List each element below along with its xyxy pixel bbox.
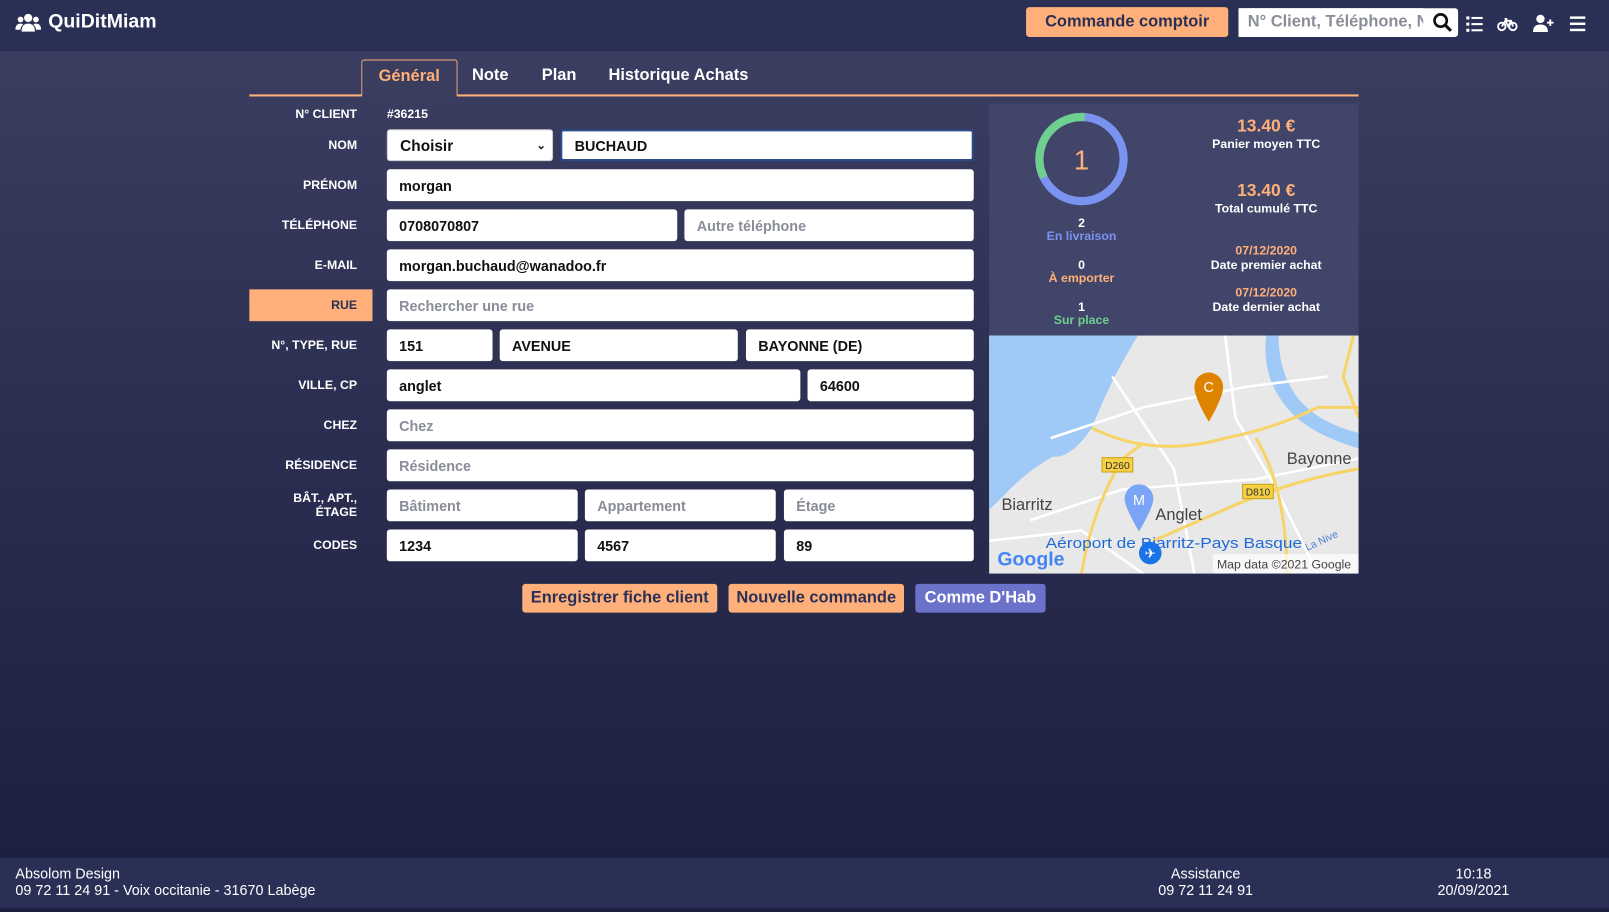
etage-input[interactable] (783, 489, 974, 522)
street-number-input[interactable] (386, 329, 493, 362)
river (1265, 335, 1359, 449)
postcode-input[interactable] (807, 369, 974, 402)
ville-label: VILLE, CP (298, 377, 358, 392)
usual-order-button[interactable]: Comme D'Hab (915, 583, 1046, 613)
civility-select[interactable]: Choisir ⌄ (386, 129, 554, 162)
menu-icon[interactable] (1568, 13, 1589, 34)
road-label-d260: D260 (1105, 461, 1130, 472)
tab-purchase-history[interactable]: Historique Achats (608, 60, 748, 97)
code-2-input[interactable] (584, 529, 776, 562)
emporter-label: À emporter (1048, 270, 1115, 286)
livraison-label: En livraison (1046, 228, 1117, 244)
city-label-biarritz: Biarritz (1001, 496, 1052, 514)
plane-icon: ✈ (1145, 546, 1156, 561)
top-bar: QuiDitMiam Commande comptoir (0, 0, 1609, 52)
nom-label: NOM (328, 137, 358, 152)
app-logo[interactable]: QuiDitMiam (15, 11, 157, 34)
premier-achat-value: 07/12/2020 (1235, 243, 1298, 258)
list-icon[interactable] (1465, 13, 1486, 34)
tab-plan[interactable]: Plan (542, 60, 577, 97)
city-label-anglet: Anglet (1155, 506, 1202, 524)
batiment-input[interactable] (386, 489, 578, 522)
tab-general[interactable]: Général (361, 59, 458, 98)
client-no-value: #36215 (386, 106, 428, 122)
user-plus-icon[interactable] (1532, 13, 1554, 34)
client-stats-panel: 1 2 En livraison 0 À emporter 1 Sur plac… (989, 103, 1359, 336)
rue-label: RUE (249, 289, 373, 322)
chez-label: CHEZ (323, 417, 358, 432)
email-label: E-MAIL (314, 257, 358, 272)
client-no-label: N° CLIENT (295, 106, 358, 122)
nom-input[interactable] (560, 129, 974, 162)
chevron-down-icon: ⌄ (536, 139, 546, 152)
total-orders: 1 (1074, 144, 1089, 175)
street-name-input[interactable] (745, 329, 974, 362)
other-telephone-input[interactable] (684, 209, 974, 242)
civility-value: Choisir (400, 137, 454, 155)
client-search-input[interactable] (1238, 8, 1424, 37)
code-1-input[interactable] (386, 529, 578, 562)
codes-label: CODES (313, 537, 358, 553)
livraison-count: 2 (1078, 215, 1085, 230)
premier-achat-label: Date premier achat (1210, 257, 1322, 272)
footer: Absolom Design 09 72 11 24 91 - Voix occ… (0, 857, 1609, 909)
users-icon (15, 13, 42, 32)
prenom-label: PRÉNOM (303, 177, 358, 192)
google-logo: Google (997, 548, 1064, 570)
telephone-label: TÉLÉPHONE (281, 217, 358, 232)
order-type-donut: 1 (1035, 112, 1128, 206)
total-cumule-label: Total cumulé TTC (1215, 201, 1318, 216)
assistance-label: Assistance (1170, 865, 1241, 882)
address-label: N°, TYPE, RUE (271, 337, 358, 352)
bat-label: BÂT., APT., ÉTAGE (293, 490, 358, 520)
tab-bar: Général Note Plan Historique Achats (249, 59, 1359, 98)
new-order-button[interactable]: Nouvelle commande (728, 583, 904, 613)
search-icon[interactable] (1432, 12, 1453, 33)
residence-label: RÉSIDENCE (285, 457, 358, 473)
emporter-count: 0 (1078, 257, 1085, 272)
city-input[interactable] (386, 369, 801, 402)
ocean (989, 335, 1138, 510)
save-client-button[interactable]: Enregistrer fiche client (522, 583, 718, 613)
chez-input[interactable] (386, 409, 974, 442)
clock-date: 20/09/2021 (1437, 881, 1510, 898)
marker-c[interactable]: C (1194, 372, 1224, 422)
svg-text:C: C (1204, 380, 1214, 396)
airport-label: Aéroport de Biarritz-Pays Basque (1046, 536, 1303, 552)
code-3-input[interactable] (783, 529, 974, 562)
assistance-phone[interactable]: 09 72 11 24 91 (1103, 881, 1308, 897)
counter-order-button[interactable]: Commande comptoir (1026, 7, 1229, 37)
dernier-achat-value: 07/12/2020 (1235, 285, 1298, 300)
appartement-input[interactable] (584, 489, 776, 522)
panier-moyen-value: 13.40 € (1237, 115, 1296, 136)
bicycle-icon[interactable] (1497, 13, 1518, 34)
marker-m[interactable]: M (1124, 484, 1154, 532)
email-input[interactable] (386, 249, 974, 282)
total-cumule-value: 13.40 € (1237, 180, 1296, 201)
city-label-bayonne: Bayonne (1287, 450, 1352, 468)
company-name: Absolom Design (15, 865, 120, 882)
street-type-input[interactable] (499, 329, 738, 362)
svg-text:M: M (1133, 493, 1145, 509)
prenom-input[interactable] (386, 169, 974, 202)
tab-note[interactable]: Note (472, 60, 508, 97)
river-label-la-nive: La Nive (1304, 529, 1340, 554)
app-name: QuiDitMiam (48, 11, 157, 33)
residence-input[interactable] (386, 449, 974, 482)
company-info: 09 72 11 24 91 - Voix occitanie - 31670 … (15, 881, 316, 898)
telephone-input[interactable] (386, 209, 678, 242)
street-search-input[interactable] (386, 289, 974, 322)
client-search (1238, 8, 1459, 37)
clock-time: 10:18 (1455, 865, 1492, 882)
sur-place-label: Sur place (1053, 312, 1110, 328)
client-map[interactable]: D260 D810 Bayonne Biarritz Anglet La Niv… (989, 335, 1359, 574)
map-attribution: Map data ©2021 Google (1217, 557, 1351, 571)
road-label-d810: D810 (1246, 488, 1271, 499)
sur-place-count: 1 (1078, 299, 1085, 314)
panier-moyen-label: Panier moyen TTC (1212, 136, 1321, 151)
dernier-achat-label: Date dernier achat (1212, 299, 1320, 314)
